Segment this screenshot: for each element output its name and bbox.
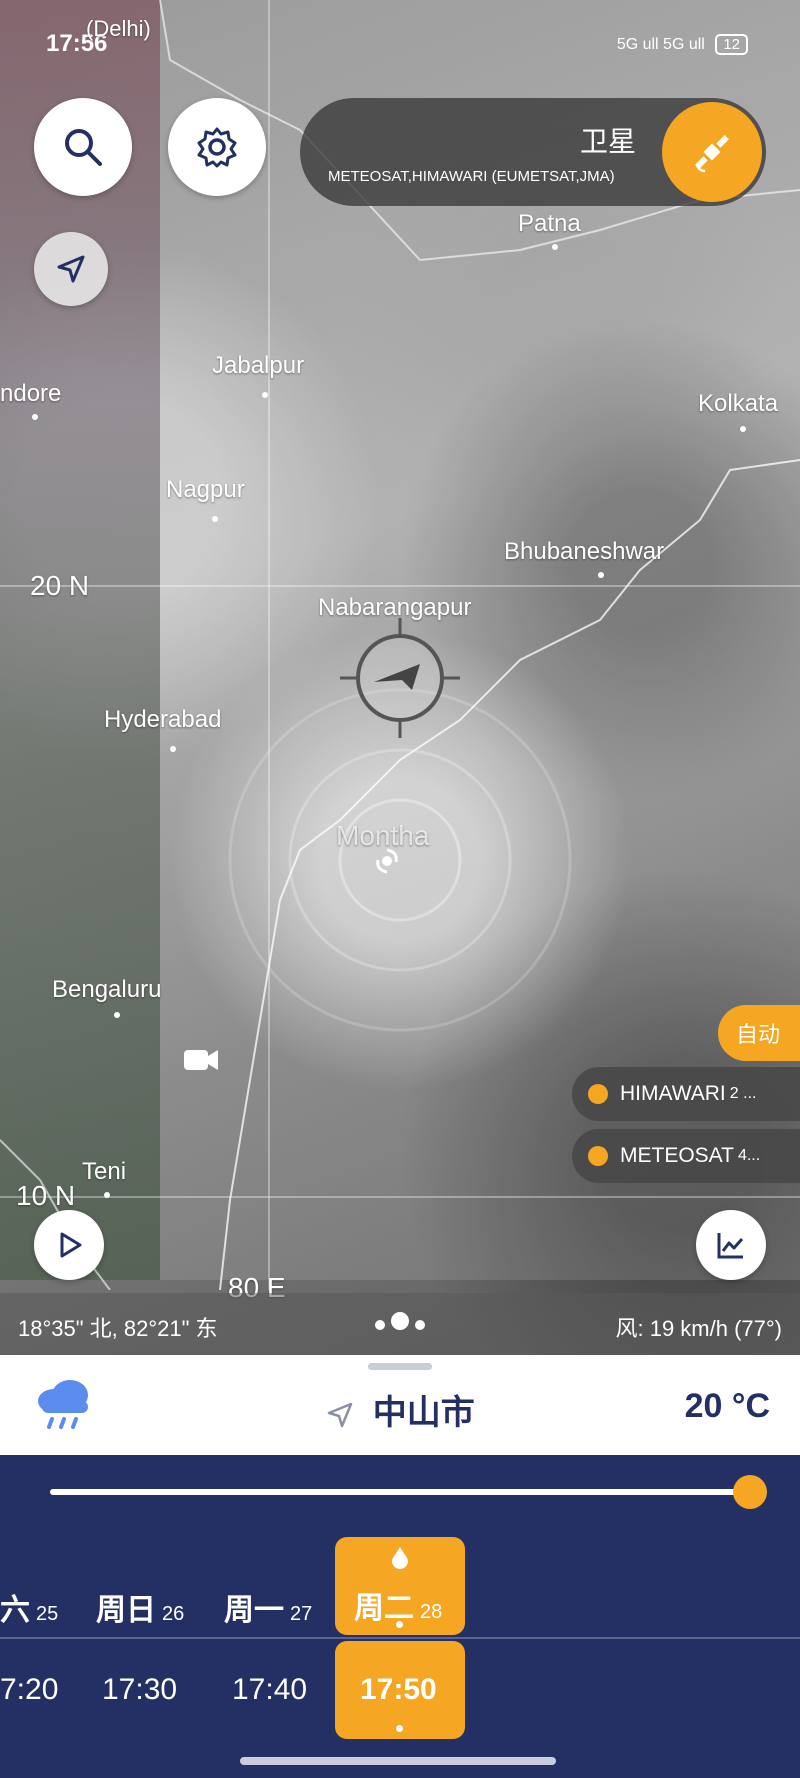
time-slider-track[interactable]: [50, 1489, 750, 1495]
day-number: 28: [420, 1601, 443, 1623]
city-dot-jabalpur: [262, 392, 268, 398]
auto-source-button[interactable]: 自动: [718, 1005, 800, 1061]
city-label-delhi: (Delhi): [86, 16, 151, 41]
satellite-layer-button[interactable]: [662, 102, 762, 202]
my-location-button[interactable]: [34, 232, 108, 306]
city-label-bhubaneshwar: Bhubaneshwar: [504, 538, 665, 565]
city-dot-nagpur: [212, 516, 218, 522]
search-button[interactable]: [34, 98, 132, 196]
more-dots-icon[interactable]: [372, 1309, 428, 1337]
play-button[interactable]: [34, 1210, 104, 1280]
city-dot-kolkata: [740, 426, 746, 432]
layer-subtitle: METEOSAT,HIMAWARI (EUMETSAT,JMA): [328, 168, 615, 185]
timeline-panel[interactable]: 六 25 周日 26 周一 27 周二 28 7:20 17:30 17:40 17:5…: [0, 1455, 800, 1778]
day-number: 25: [36, 1603, 59, 1625]
location-arrow-icon: [57, 255, 85, 283]
wind-text: 风: 19 km/h (77°): [615, 1316, 782, 1341]
day-item-selected[interactable]: 周二 28: [354, 1583, 442, 1627]
selected-time-dot: [396, 1725, 403, 1732]
chart-button[interactable]: [696, 1210, 766, 1280]
day-number: 27: [290, 1603, 313, 1625]
himawari-extra: 2 ...: [729, 1085, 757, 1102]
timeline-divider: [0, 1637, 800, 1639]
temperature: 20 °C: [684, 1387, 770, 1425]
location-arrow-icon: [328, 1402, 353, 1428]
day-item[interactable]: 六 25: [0, 1585, 58, 1629]
time-item[interactable]: 7:20: [0, 1673, 58, 1707]
city-label-bengaluru: Bengaluru: [52, 976, 162, 1003]
city-label-jabalpur: Jabalpur: [212, 352, 305, 379]
city-dot-patna: [552, 244, 558, 250]
city-label: 中山市: [372, 1394, 475, 1432]
satellite-icon: [695, 135, 729, 173]
latitude-label-20n: 20 N: [30, 570, 90, 601]
coordinates-text: 18°35" 北, 82°21" 东: [18, 1316, 218, 1341]
day-item[interactable]: 周日 26: [96, 1585, 184, 1629]
weather-map[interactable]: 17:56 5G ull 5G ull 12 卫星 METEOSAT,HIMAW…: [0, 0, 800, 1355]
location-panel[interactable]: 中山市 20 °C: [0, 1355, 800, 1455]
city-dot-indore: [32, 414, 38, 420]
city-label-teni: Teni: [82, 1158, 127, 1185]
city-label-patna: Patna: [518, 210, 581, 237]
city-dot-teni: [104, 1192, 110, 1198]
raindrop-icon: [392, 1547, 408, 1569]
coordinate-bar: 18°35" 北, 82°21" 东 风: 19 km/h (77°): [0, 1293, 800, 1355]
time-item-selected[interactable]: 17:50: [360, 1673, 437, 1707]
play-icon: [60, 1232, 82, 1258]
home-indicator[interactable]: [240, 1757, 556, 1765]
layer-selector[interactable]: 卫星 METEOSAT,HIMAWARI (EUMETSAT,JMA): [300, 98, 766, 206]
search-icon: [65, 129, 102, 166]
city-dot-bengaluru: [114, 1012, 120, 1018]
latitude-label-10n: 10 N: [16, 1180, 76, 1211]
city-label-kolkata: Kolkata: [698, 390, 779, 417]
status-indicators: 5G ull 5G ull 12: [617, 34, 748, 55]
drag-handle[interactable]: [368, 1363, 432, 1370]
cyclone-icon: [376, 848, 398, 874]
day-name: 六: [0, 1594, 30, 1627]
day-name: 周二: [354, 1592, 414, 1625]
himawari-dot: [588, 1084, 608, 1104]
day-name: 周一: [224, 1594, 284, 1627]
wind-direction-marker: [340, 618, 460, 738]
meteosat-extra: 4...: [737, 1147, 761, 1164]
source-meteosat[interactable]: METEOSAT 4...: [572, 1129, 800, 1183]
time-slider-knob[interactable]: [733, 1475, 767, 1509]
day-item[interactable]: 周一 27: [224, 1585, 312, 1629]
day-name: 周日: [96, 1594, 156, 1627]
city-name[interactable]: 中山市: [0, 1385, 800, 1434]
meteosat-label: METEOSAT: [620, 1144, 734, 1167]
city-label-hyderabad: Hyderabad: [104, 706, 222, 733]
meteosat-dot: [588, 1146, 608, 1166]
layer-title: 卫星: [579, 126, 636, 157]
city-label-nagpur: Nagpur: [166, 476, 245, 503]
battery-indicator: 12: [715, 34, 748, 55]
time-item[interactable]: 17:40: [232, 1673, 307, 1707]
settings-button[interactable]: [168, 98, 266, 196]
gear-icon: [197, 127, 237, 168]
day-number: 26: [162, 1603, 185, 1625]
himawari-label: HIMAWARI: [620, 1082, 726, 1105]
source-himawari[interactable]: HIMAWARI 2 ...: [572, 1067, 800, 1121]
time-item[interactable]: 17:30: [102, 1673, 177, 1707]
webcam-icon[interactable]: [184, 1048, 220, 1072]
network-indicator: 5G ull 5G ull: [616, 36, 705, 53]
city-dot-hyderabad: [170, 746, 176, 752]
city-dot-bhubaneshwar: [598, 572, 604, 578]
chart-icon: [717, 1233, 744, 1259]
city-label-indore: ndore: [0, 380, 62, 407]
